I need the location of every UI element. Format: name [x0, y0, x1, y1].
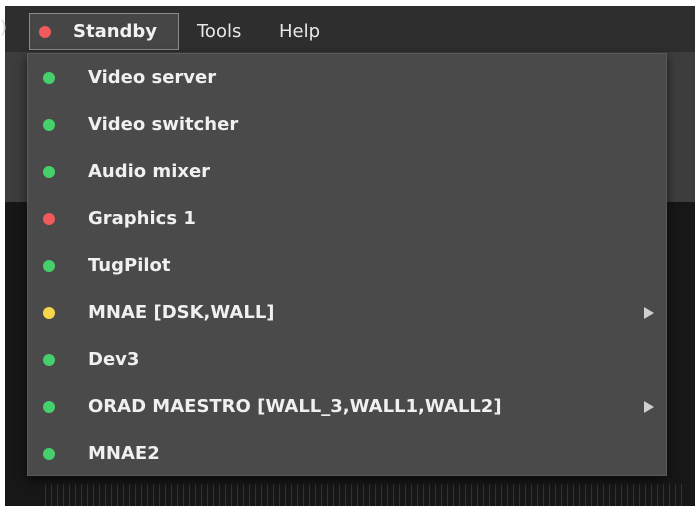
dropdown-item-label: Video server: [88, 67, 217, 88]
status-dot-icon: [43, 447, 55, 460]
submenu-arrow-icon: [644, 400, 654, 413]
status-dot-icon: [43, 306, 55, 319]
dropdown-item[interactable]: MNAE [DSK,WALL]: [28, 289, 666, 336]
status-dot-icon: [43, 353, 55, 366]
standby-dropdown-menu: Video server Video switcher Audio mixer Gra…: [27, 53, 667, 476]
menu-tools[interactable]: Tools: [197, 13, 241, 50]
timeline-ticks: [45, 484, 685, 506]
status-dot-icon: [43, 118, 55, 131]
dropdown-item-label: MNAE2: [88, 443, 160, 464]
dropdown-item[interactable]: Graphics 1: [28, 195, 666, 242]
menu-bar: ) Standby Tools Help: [0, 6, 695, 52]
dropdown-item[interactable]: ORAD MAESTRO [WALL_3,WALL1,WALL2]: [28, 383, 666, 430]
status-dot-icon: [39, 25, 51, 38]
dropdown-item-label: Audio mixer: [88, 161, 211, 182]
status-dot-icon: [43, 165, 55, 178]
dropdown-item[interactable]: Video server: [28, 54, 666, 101]
dropdown-item[interactable]: MNAE2: [28, 430, 666, 477]
status-dot-icon: [43, 71, 55, 84]
dropdown-item[interactable]: TugPilot: [28, 242, 666, 289]
dropdown-item-label: TugPilot: [88, 255, 171, 276]
status-dot-icon: [43, 212, 55, 225]
dropdown-item-label: Video switcher: [88, 114, 239, 135]
status-dot-icon: [43, 259, 55, 272]
status-dot-icon: [43, 400, 55, 413]
dropdown-item[interactable]: Video switcher: [28, 101, 666, 148]
dropdown-item-label: Graphics 1: [88, 208, 196, 229]
submenu-arrow-icon: [644, 306, 654, 319]
menu-edge-glyph: ): [0, 17, 8, 38]
menu-help[interactable]: Help: [279, 13, 320, 50]
menu-standby[interactable]: Standby: [29, 13, 179, 50]
dropdown-item[interactable]: Dev3: [28, 336, 666, 383]
dropdown-item-label: Dev3: [88, 349, 140, 370]
menu-standby-label: Standby: [73, 21, 158, 42]
dropdown-item-label: MNAE [DSK,WALL]: [88, 302, 275, 323]
dropdown-item-label: ORAD MAESTRO [WALL_3,WALL1,WALL2]: [88, 396, 502, 417]
dropdown-item[interactable]: Audio mixer: [28, 148, 666, 195]
